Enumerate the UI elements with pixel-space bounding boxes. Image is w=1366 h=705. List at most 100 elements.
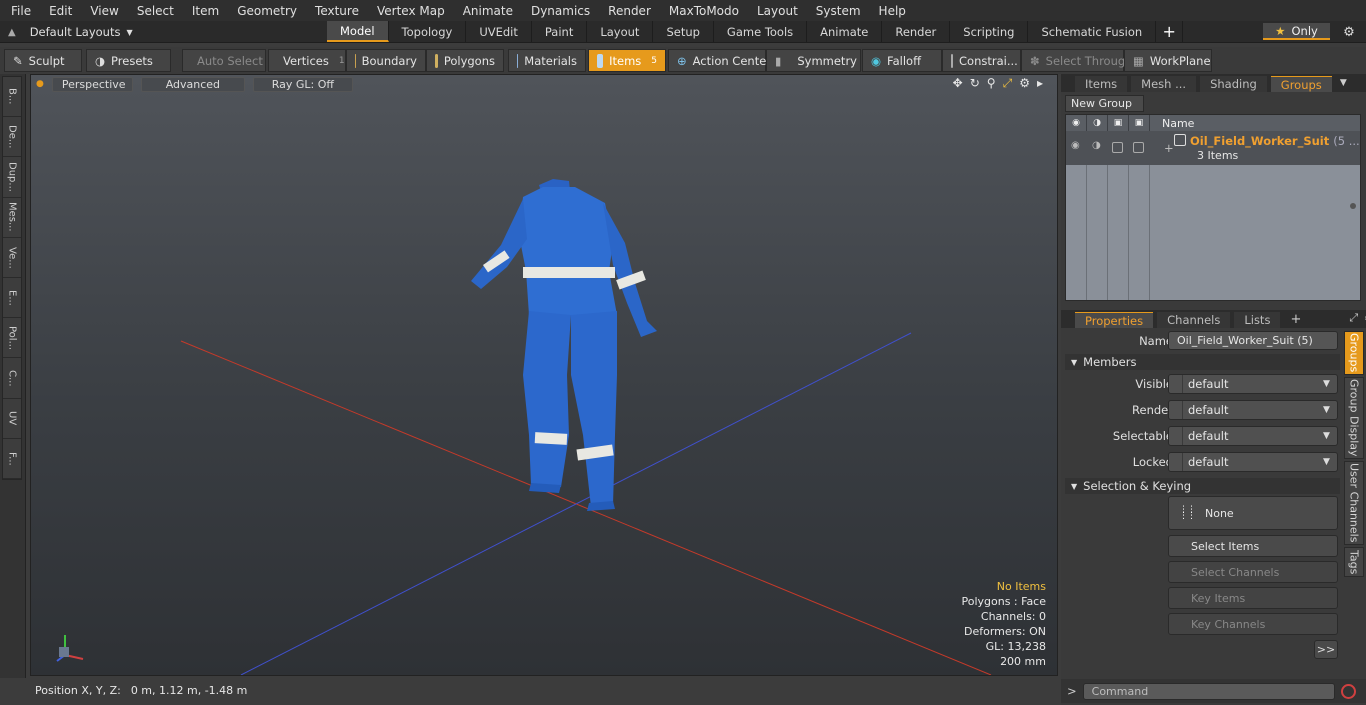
render-icon[interactable]: ◑ — [1087, 115, 1108, 131]
selectable-checkbox[interactable] — [1112, 142, 1123, 153]
tab-render[interactable]: Render — [882, 21, 951, 42]
left-tab-uv[interactable]: UV — [3, 399, 21, 439]
vertices-button[interactable]: Vertices 1 — [268, 49, 346, 72]
menu-view[interactable]: View — [79, 4, 125, 18]
menu-system[interactable]: System — [805, 4, 868, 18]
symmetry-button[interactable]: ▮ Symmetry — [766, 49, 861, 72]
tab-groups[interactable]: Groups — [1270, 76, 1332, 92]
auto-select-button[interactable]: Auto Select — [182, 49, 266, 72]
visible-dropdown[interactable]: default ▼ — [1168, 374, 1338, 394]
group-row[interactable]: ◉ ◑ + Oil_Field_Worker_Suit (5 ... 3 Ite… — [1066, 131, 1360, 165]
menu-animate[interactable]: Animate — [452, 4, 520, 18]
name-field[interactable]: Oil_Field_Worker_Suit (5) — [1168, 331, 1338, 350]
menu-select[interactable]: Select — [126, 4, 181, 18]
render-dropdown[interactable]: default ▼ — [1168, 400, 1338, 420]
left-tab-ve[interactable]: Ve... — [3, 238, 21, 279]
tab-uvedit[interactable]: UVEdit — [466, 21, 532, 42]
only-toggle[interactable]: ★ Only — [1263, 23, 1330, 40]
tab-layout[interactable]: Layout — [587, 21, 654, 42]
record-icon[interactable] — [1340, 683, 1356, 699]
constraints-button[interactable]: Constrai... — [942, 49, 1021, 72]
menu-vertex-map[interactable]: Vertex Map — [366, 4, 452, 18]
selection-keying-section-header[interactable]: ▼ Selection & Keying — [1065, 478, 1340, 494]
select-items-button[interactable]: Select Items — [1168, 535, 1338, 557]
eye-icon[interactable]: ◉ — [1066, 115, 1087, 131]
falloff-button[interactable]: ◉ Falloff — [862, 49, 942, 72]
move-view-icon[interactable]: ✥ — [953, 76, 963, 91]
menu-item[interactable]: Item — [181, 4, 226, 18]
menu-layout[interactable]: Layout — [746, 4, 805, 18]
3d-viewport[interactable]: ● Perspective Advanced Ray GL: Off ✥ ↻ ⚲… — [30, 74, 1058, 676]
side-tab-user-channels[interactable]: User Channels — [1344, 461, 1364, 545]
polygons-button[interactable]: Polygons — [426, 49, 504, 72]
list-scroll-handle[interactable] — [1350, 203, 1356, 209]
maximize-view-icon[interactable]: ⤢ — [1003, 76, 1013, 91]
workplane-button[interactable]: ▦ WorkPlane — [1124, 49, 1212, 72]
left-tab-e[interactable]: E... — [3, 278, 21, 319]
menu-help[interactable]: Help — [868, 4, 913, 18]
menu-geometry[interactable]: Geometry — [226, 4, 304, 18]
lock-checkbox[interactable] — [1133, 142, 1144, 153]
visibility-eye-icon[interactable]: ◉ — [1071, 140, 1080, 151]
side-tab-tags[interactable]: Tags — [1344, 547, 1364, 577]
menu-edit[interactable]: Edit — [38, 4, 79, 18]
menu-texture[interactable]: Texture — [304, 4, 366, 18]
key-channels-button[interactable]: Key Channels — [1168, 613, 1338, 635]
menu-dynamics[interactable]: Dynamics — [520, 4, 597, 18]
expand-panel-icon[interactable]: ⤢ — [1349, 311, 1358, 325]
expand-icon[interactable]: + — [1164, 141, 1174, 155]
menu-file[interactable]: File — [0, 4, 38, 18]
menu-maxtomodo[interactable]: MaxToModo — [658, 4, 746, 18]
tab-topology[interactable]: Topology — [389, 21, 467, 42]
boundary-button[interactable]: Boundary — [346, 49, 426, 72]
new-group-button[interactable]: New Group — [1065, 95, 1144, 112]
tab-scripting[interactable]: Scripting — [950, 21, 1029, 42]
viewport-settings-icon[interactable]: ⚙ — [1019, 76, 1030, 91]
side-tab-groups[interactable]: Groups — [1344, 331, 1364, 375]
side-tab-group-display[interactable]: Group Display — [1344, 377, 1364, 459]
materials-button[interactable]: Materials — [508, 49, 586, 72]
left-tab-mes[interactable]: Mes... — [3, 198, 21, 238]
tab-game-tools[interactable]: Game Tools — [714, 21, 808, 42]
gear-icon[interactable]: ⚙ — [1337, 23, 1361, 41]
tab-schematic-fusion[interactable]: Schematic Fusion — [1028, 21, 1157, 42]
left-tab-b[interactable]: B... — [3, 77, 21, 118]
left-tab-dup[interactable]: Dup... — [3, 157, 21, 198]
zoom-view-icon[interactable]: ⚲ — [987, 76, 996, 91]
raygl-toggle[interactable]: Ray GL: Off — [252, 76, 353, 92]
tab-setup[interactable]: Setup — [653, 21, 714, 42]
viewport-menu-dot-icon[interactable]: ● — [36, 79, 44, 89]
tab-model[interactable]: Model — [327, 21, 389, 42]
menu-render[interactable]: Render — [597, 4, 658, 18]
items-button[interactable]: Items 5 — [588, 49, 666, 72]
more-button[interactable]: >> — [1314, 640, 1338, 659]
default-layouts-dropdown[interactable]: ▲ Default Layouts ▼ — [8, 24, 133, 40]
select-channels-button[interactable]: Select Channels — [1168, 561, 1338, 583]
locked-dropdown[interactable]: default ▼ — [1168, 452, 1338, 472]
tab-shading[interactable]: Shading — [1200, 76, 1267, 92]
left-tab-pol[interactable]: Pol... — [3, 318, 21, 359]
tab-items[interactable]: Items — [1075, 76, 1128, 92]
left-tab-f[interactable]: F... — [3, 439, 21, 480]
viewport-more-icon[interactable]: ▸ — [1037, 76, 1043, 91]
tab-paint[interactable]: Paint — [532, 21, 588, 42]
selectable-dropdown[interactable]: default ▼ — [1168, 426, 1338, 446]
render-toggle-icon[interactable]: ◑ — [1092, 140, 1101, 151]
left-tab-c[interactable]: C... — [3, 358, 21, 399]
advanced-dropdown[interactable]: Advanced — [140, 76, 245, 92]
selectable-icon[interactable]: ▣ — [1108, 115, 1129, 131]
add-tab-icon[interactable]: + — [1156, 21, 1184, 42]
presets-button[interactable]: ◑ Presets — [86, 49, 171, 72]
members-section-header[interactable]: ▼ Members — [1065, 354, 1340, 370]
select-through-button[interactable]: ✽ Select Through — [1021, 49, 1132, 72]
lock-icon[interactable]: ▣ — [1129, 115, 1150, 131]
tab-animate[interactable]: Animate — [807, 21, 883, 42]
tab-mesh[interactable]: Mesh ... — [1131, 76, 1197, 92]
tabs-menu-icon[interactable]: ▼ — [1340, 78, 1347, 88]
sculpt-button[interactable]: ✎ Sculpt — [4, 49, 82, 72]
perspective-dropdown[interactable]: Perspective — [51, 76, 133, 92]
key-items-button[interactable]: Key Items — [1168, 587, 1338, 609]
left-tab-de[interactable]: De... — [3, 117, 21, 158]
none-selection-button[interactable]: ⋮⋮ ⋮⋮ None — [1168, 496, 1338, 530]
action-center-button[interactable]: ⊕ Action Center — [668, 49, 771, 72]
